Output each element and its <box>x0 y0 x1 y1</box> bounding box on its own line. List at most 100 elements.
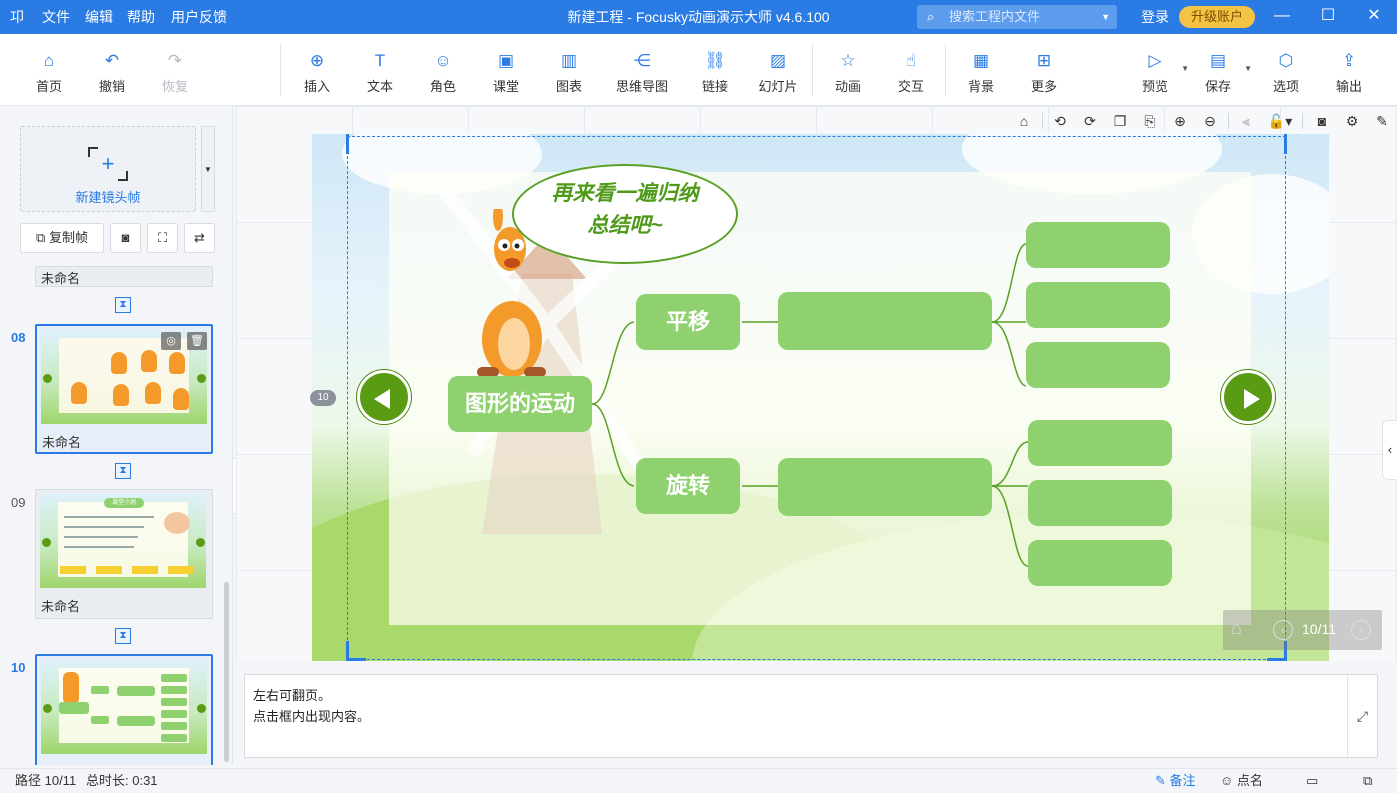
slide-card-08[interactable]: ◎ 🗑 未命名 <box>35 324 213 454</box>
frame-number-badge[interactable]: 10 <box>310 390 336 406</box>
copy-object-icon[interactable]: ❐ <box>1109 111 1131 131</box>
copy-frame-button[interactable]: ⧉ 复制帧 <box>20 223 104 253</box>
canvas-home-icon[interactable]: ⌂ <box>1013 111 1035 131</box>
new-frame-label: 新建镜头帧 <box>75 190 141 205</box>
slide-card-09[interactable]: 课堂小测 未命名 <box>35 489 213 619</box>
rotate-left-icon[interactable]: ⟲ <box>1049 111 1071 131</box>
toolbar-background-button[interactable]: ▦ 背景 <box>951 34 1011 106</box>
menu-help[interactable]: 帮助 <box>127 0 155 34</box>
minimize-icon[interactable]: — <box>1259 0 1305 34</box>
zoom-in-icon[interactable]: ⊕ <box>1169 111 1191 131</box>
bubble-line-1: 再来看一遍归纳 <box>551 182 699 205</box>
rollcall-button[interactable]: ☺ 点名 <box>1220 769 1263 793</box>
edit-icon[interactable]: ✎ <box>1371 111 1393 131</box>
toolbar-home-button[interactable]: ⌂ 首页 <box>19 34 79 106</box>
expand-notes-icon[interactable]: ⤢ <box>1347 675 1377 757</box>
screenshot-icon[interactable]: ◙ <box>1311 111 1333 131</box>
frame-corner-handle[interactable] <box>346 134 349 154</box>
toolbar-save-button[interactable]: ▤ 保存 ▼ <box>1188 34 1252 106</box>
toolbar-chart-button[interactable]: ▥ 图表 <box>539 34 599 106</box>
toolbar-interact-button[interactable]: ☝ 交互 <box>881 34 941 106</box>
collapse-right-panel-icon[interactable]: ‹ <box>1382 420 1397 480</box>
close-icon[interactable]: ✕ <box>1351 0 1397 34</box>
canvas-tool-divider <box>1042 113 1043 129</box>
mindmap-branch-translate[interactable]: 平移 <box>636 294 740 350</box>
mindmap-sub-node[interactable] <box>778 458 992 516</box>
zoom-out-icon[interactable]: ⊖ <box>1199 111 1221 131</box>
toolbar-slide-button[interactable]: ▨ 幻灯片 <box>748 34 808 106</box>
upgrade-button[interactable]: 升级账户 <box>1179 6 1255 28</box>
mindmap-leaf-node[interactable] <box>1026 342 1170 388</box>
search-dropdown-icon[interactable]: ▼ <box>1101 5 1110 29</box>
mindmap-leaf-node[interactable] <box>1028 420 1172 466</box>
rotate-right-icon[interactable]: ⟳ <box>1079 111 1101 131</box>
snapshot-button[interactable]: ◙ <box>110 223 141 253</box>
frame-corner-handle[interactable] <box>1267 658 1287 661</box>
toolbar-insert-button[interactable]: ⊕ 插入 <box>287 34 347 106</box>
toolbar-label: 链接 <box>701 79 728 94</box>
slide-card-10[interactable] <box>35 654 213 765</box>
slide-canvas[interactable]: 再来看一遍归纳 总结吧~ 图形的运动 平移 旋转 <box>312 134 1329 661</box>
lock-icon[interactable]: 🔓▾ <box>1265 111 1295 131</box>
toolbar-link-button[interactable]: ⛓ 链接 <box>685 34 745 106</box>
canvas-tool-divider <box>1228 113 1229 129</box>
toolbar-classroom-button[interactable]: ▣ 课堂 <box>476 34 536 106</box>
swap-frame-button[interactable]: ⇄ <box>184 223 215 253</box>
pager-prev-icon[interactable]: ‹ <box>1273 620 1293 640</box>
menu-feedback[interactable]: 用户反馈 <box>171 0 227 34</box>
toolbar-redo-button[interactable]: ↷ 恢复 <box>145 34 205 106</box>
toolbar-undo-button[interactable]: ↶ 撤销 <box>82 34 142 106</box>
hide-slide-icon[interactable]: ◎ <box>161 332 181 350</box>
camera-icon: ◙ <box>121 230 130 245</box>
menu-edit[interactable]: 编辑 <box>85 0 113 34</box>
toolbar-more-button[interactable]: ⊞ 更多 <box>1014 34 1074 106</box>
toolbar-label: 幻灯片 <box>758 79 798 94</box>
toolbar-role-button[interactable]: ☺ 角色 <box>413 34 473 106</box>
mindmap-leaf-node[interactable] <box>1026 222 1170 268</box>
mindmap-leaf-node[interactable] <box>1028 480 1172 526</box>
frame-corner-handle[interactable] <box>346 658 366 661</box>
save-dropdown-icon[interactable]: ▼ <box>1244 64 1252 73</box>
frame-corner-handle[interactable] <box>1284 134 1287 154</box>
speech-bubble[interactable]: 再来看一遍归纳 总结吧~ <box>512 164 738 264</box>
settings-icon[interactable]: ⚙ <box>1341 111 1363 131</box>
window-mode-icon[interactable]: ⧉ <box>1363 769 1372 793</box>
maximize-icon[interactable]: ☐ <box>1305 0 1351 34</box>
next-slide-button[interactable] <box>1221 370 1275 424</box>
toolbar-label: 图表 <box>555 79 582 94</box>
toolbar-divider <box>280 44 281 96</box>
slide-list[interactable]: 未命名 ⧗ 08 ◎ 🗑 未命名 ⧗ 09 课堂小测 未命名 ⧗ 10 <box>0 266 232 765</box>
mindmap-root-node[interactable]: 图形的运动 <box>448 376 592 432</box>
pager-next-icon[interactable]: › <box>1351 620 1371 640</box>
toolbar-preview-button[interactable]: ▷ 预览 ▼ <box>1125 34 1189 106</box>
toolbar-options-button[interactable]: ⬡ 选项 <box>1256 34 1316 106</box>
toolbar-text-button[interactable]: T 文本 <box>350 34 410 106</box>
mindmap-leaf-node[interactable] <box>1026 282 1170 328</box>
slide-card-07[interactable]: 未命名 <box>35 266 213 287</box>
mindmap-branch-rotate[interactable]: 旋转 <box>636 458 740 514</box>
align-icon[interactable]: ⫷ <box>1235 111 1257 131</box>
pager-home-icon[interactable]: ⌂ <box>1231 618 1242 639</box>
slide-list-scrollbar[interactable] <box>224 582 229 762</box>
transition-icon[interactable]: ⧗ <box>115 463 131 479</box>
screen-icon[interactable]: ▭ <box>1306 769 1318 793</box>
toolbar-export-button[interactable]: ⇪ 输出 <box>1319 34 1379 106</box>
menu-file[interactable]: 文件 <box>42 0 70 34</box>
mindmap-leaf-node[interactable] <box>1028 540 1172 586</box>
toolbar-animation-button[interactable]: ☆ 动画 <box>818 34 878 106</box>
notes-toggle-button[interactable]: ✎ 备注 <box>1155 769 1196 793</box>
transition-icon[interactable]: ⧗ <box>115 297 131 313</box>
delete-slide-icon[interactable]: 🗑 <box>187 332 207 350</box>
transition-icon[interactable]: ⧗ <box>115 628 131 644</box>
fit-frame-button[interactable]: ⛶ <box>147 223 178 253</box>
toolbar-mindmap-button[interactable]: ⋲ 思维导图 <box>606 34 678 106</box>
paste-icon[interactable]: ⎘ <box>1139 111 1161 131</box>
insert-icon: ⊕ <box>309 51 325 70</box>
prev-slide-button[interactable] <box>357 370 411 424</box>
mindmap-sub-node[interactable] <box>778 292 992 350</box>
notes-editor[interactable]: 左右可翻页。 点击框内出现内容。 ⤢ <box>244 674 1378 758</box>
new-frame-button[interactable]: + 新建镜头帧 <box>20 126 196 212</box>
login-link[interactable]: 登录 <box>1141 0 1169 34</box>
new-frame-dropdown-icon[interactable]: ▼ <box>201 126 215 212</box>
search-input[interactable]: ⌕ 搜索工程内文件 ▼ <box>917 5 1117 29</box>
